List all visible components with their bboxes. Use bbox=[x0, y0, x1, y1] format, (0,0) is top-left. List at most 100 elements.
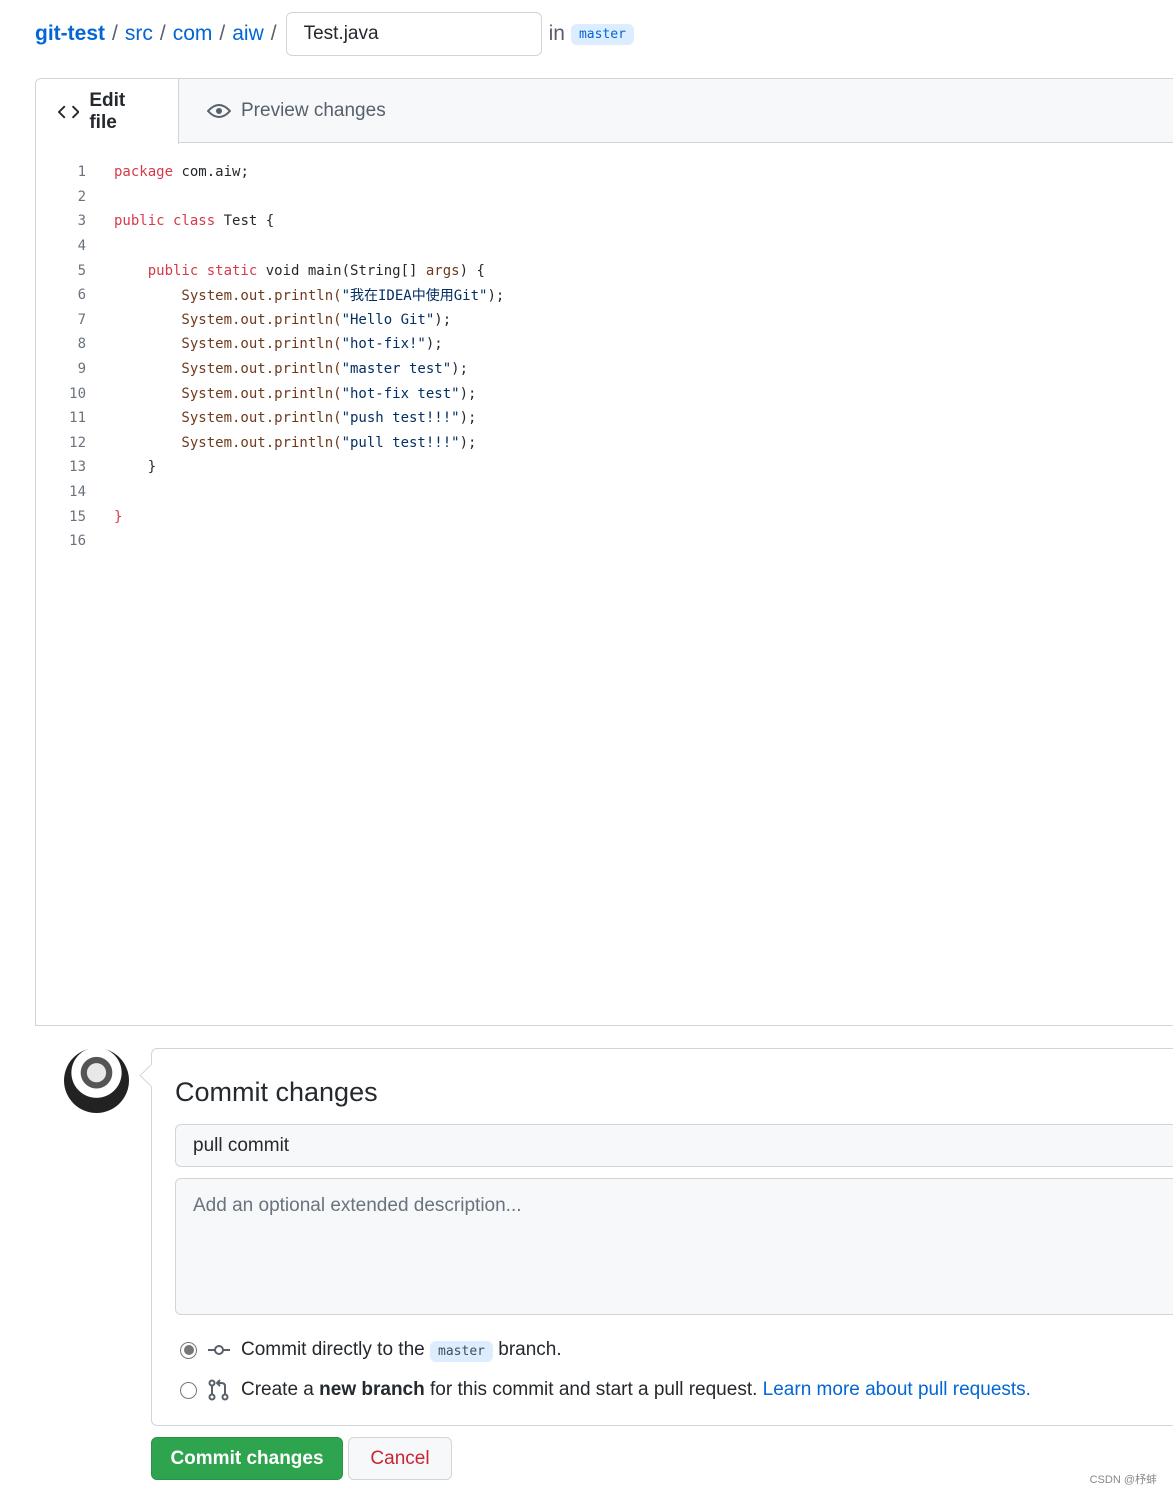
commit-description-input[interactable] bbox=[175, 1178, 1173, 1315]
code-token: System.out.println( bbox=[114, 385, 342, 402]
code-line: 4 bbox=[36, 234, 1173, 259]
code-token: "Hello Git" bbox=[341, 311, 435, 328]
line-content: System.out.println("master test"); bbox=[88, 361, 468, 377]
tab-preview-changes[interactable]: Preview changes bbox=[179, 79, 408, 142]
in-label: in bbox=[548, 22, 565, 45]
code-token: ) { bbox=[459, 262, 485, 279]
learn-more-link[interactable]: Learn more about pull requests. bbox=[763, 1379, 1031, 1400]
code-token: com.aiw; bbox=[173, 164, 249, 181]
code-line: 2 bbox=[36, 185, 1173, 210]
code-token: ); bbox=[459, 434, 477, 451]
code-line: 11 System.out.println("push test!!!"); bbox=[36, 406, 1173, 431]
line-content: System.out.println("hot-fix test"); bbox=[88, 386, 476, 402]
radio-commit-direct[interactable] bbox=[180, 1341, 197, 1359]
line-number: 6 bbox=[77, 287, 86, 304]
code-token: package bbox=[114, 164, 174, 181]
code-line: 5 public static void main(String[] args)… bbox=[36, 258, 1173, 283]
line-number: 4 bbox=[77, 238, 86, 255]
git-pull-request-icon bbox=[208, 1379, 229, 1401]
line-content: package com.aiw; bbox=[88, 164, 249, 180]
code-token: "push test!!!" bbox=[341, 410, 460, 427]
branch-badge: master bbox=[430, 1341, 493, 1362]
branch-badge: master bbox=[570, 23, 634, 45]
line-content: } bbox=[88, 509, 122, 525]
eye-icon bbox=[207, 103, 231, 118]
line-number: 3 bbox=[77, 213, 86, 230]
code-token: } bbox=[114, 508, 123, 525]
code-line: 10 System.out.println("hot-fix test"); bbox=[36, 381, 1173, 406]
separator: / bbox=[219, 22, 226, 45]
code-line: 13 } bbox=[36, 455, 1173, 480]
separator: / bbox=[270, 22, 277, 45]
line-number: 14 bbox=[69, 484, 86, 501]
code-token: void main(String[] bbox=[257, 262, 426, 279]
line-number: 15 bbox=[69, 508, 86, 525]
code-editor[interactable]: 1 package com.aiw; 2 3 public class Test {4 5… bbox=[36, 143, 1173, 554]
separator: / bbox=[159, 22, 166, 45]
code-token: "hot-fix test" bbox=[341, 385, 460, 402]
line-number: 10 bbox=[69, 385, 86, 402]
line-content: System.out.println("push test!!!"); bbox=[88, 410, 476, 426]
code-token: ); bbox=[425, 336, 443, 353]
line-number: 9 bbox=[77, 361, 86, 378]
breadcrumb-repo-link[interactable]: git-test bbox=[35, 22, 105, 46]
line-number: 11 bbox=[69, 410, 86, 427]
avatar bbox=[64, 1048, 129, 1113]
breadcrumb-dir-link[interactable]: com bbox=[173, 22, 213, 46]
commit-heading: Commit changes bbox=[175, 1077, 378, 1107]
tab-edit-file[interactable]: Edit file bbox=[36, 79, 179, 144]
line-content: System.out.println("pull test!!!"); bbox=[88, 435, 476, 451]
code-line: 14 bbox=[36, 480, 1173, 505]
code-token: System.out.println( bbox=[114, 288, 342, 305]
line-number: 12 bbox=[69, 434, 86, 451]
option-text: for this commit and start a pull request… bbox=[430, 1379, 758, 1400]
code-token: "pull test!!!" bbox=[341, 434, 460, 451]
code-line: 7 System.out.println("Hello Git"); bbox=[36, 308, 1173, 333]
git-commit-icon bbox=[208, 1345, 230, 1355]
line-number: 5 bbox=[77, 262, 86, 279]
file-editor: Edit file Preview changes 1 package com.a… bbox=[35, 78, 1173, 1026]
code-token: ); bbox=[459, 385, 477, 402]
breadcrumb-dir-link[interactable]: src bbox=[125, 22, 153, 46]
option-new-branch[interactable]: Create a new branch for this commit and … bbox=[180, 1379, 1031, 1401]
line-number: 2 bbox=[77, 188, 86, 205]
code-line: 16 bbox=[36, 529, 1173, 554]
code-line: 9 System.out.println("master test"); bbox=[36, 357, 1173, 382]
option-text: Commit directly to the bbox=[241, 1339, 425, 1360]
filename-input[interactable] bbox=[285, 12, 542, 56]
code-token: ); bbox=[451, 361, 469, 378]
line-number: 1 bbox=[77, 164, 86, 181]
code-token: System.out.println( bbox=[114, 311, 342, 328]
line-number: 13 bbox=[69, 459, 86, 476]
line-number: 7 bbox=[77, 311, 86, 328]
code-line: 3 public class Test { bbox=[36, 209, 1173, 234]
line-content: public static void main(String[] args) { bbox=[88, 263, 485, 279]
commit-summary-input[interactable] bbox=[175, 1124, 1173, 1167]
line-content: System.out.println("我在IDEA中使用Git"); bbox=[88, 285, 504, 305]
code-token: "hot-fix!" bbox=[341, 336, 426, 353]
code-line: 6 System.out.println("我在IDEA中使用Git"); bbox=[36, 283, 1173, 308]
cancel-button[interactable]: Cancel bbox=[348, 1437, 452, 1480]
watermark: CSDN @杼蚌 bbox=[1089, 1474, 1157, 1486]
line-number: 8 bbox=[77, 336, 86, 353]
code-line: 8 System.out.println("hot-fix!"); bbox=[36, 332, 1173, 357]
tab-label: Preview changes bbox=[241, 99, 386, 121]
code-token: public static bbox=[147, 262, 258, 279]
commit-form: Commit changes Commit directly to the ma… bbox=[151, 1048, 1173, 1426]
radio-new-branch[interactable] bbox=[180, 1381, 197, 1399]
commit-changes-button[interactable]: Commit changes bbox=[151, 1437, 343, 1480]
code-token: System.out.println( bbox=[114, 410, 342, 427]
code-token: "master test" bbox=[341, 361, 452, 378]
code-line: 12 System.out.println("pull test!!!"); bbox=[36, 431, 1173, 456]
breadcrumb-dir-link[interactable]: aiw bbox=[232, 22, 264, 46]
tab-label: Edit file bbox=[89, 89, 126, 133]
code-icon bbox=[58, 104, 80, 119]
line-number: 16 bbox=[69, 533, 86, 550]
option-text-bold: new branch bbox=[319, 1379, 425, 1400]
separator: / bbox=[112, 22, 118, 45]
line-content: } bbox=[88, 459, 156, 475]
code-token: "我在IDEA中使用Git" bbox=[341, 288, 488, 305]
option-commit-direct[interactable]: Commit directly to the master branch. bbox=[180, 1339, 562, 1362]
code-token: System.out.println( bbox=[114, 434, 342, 451]
